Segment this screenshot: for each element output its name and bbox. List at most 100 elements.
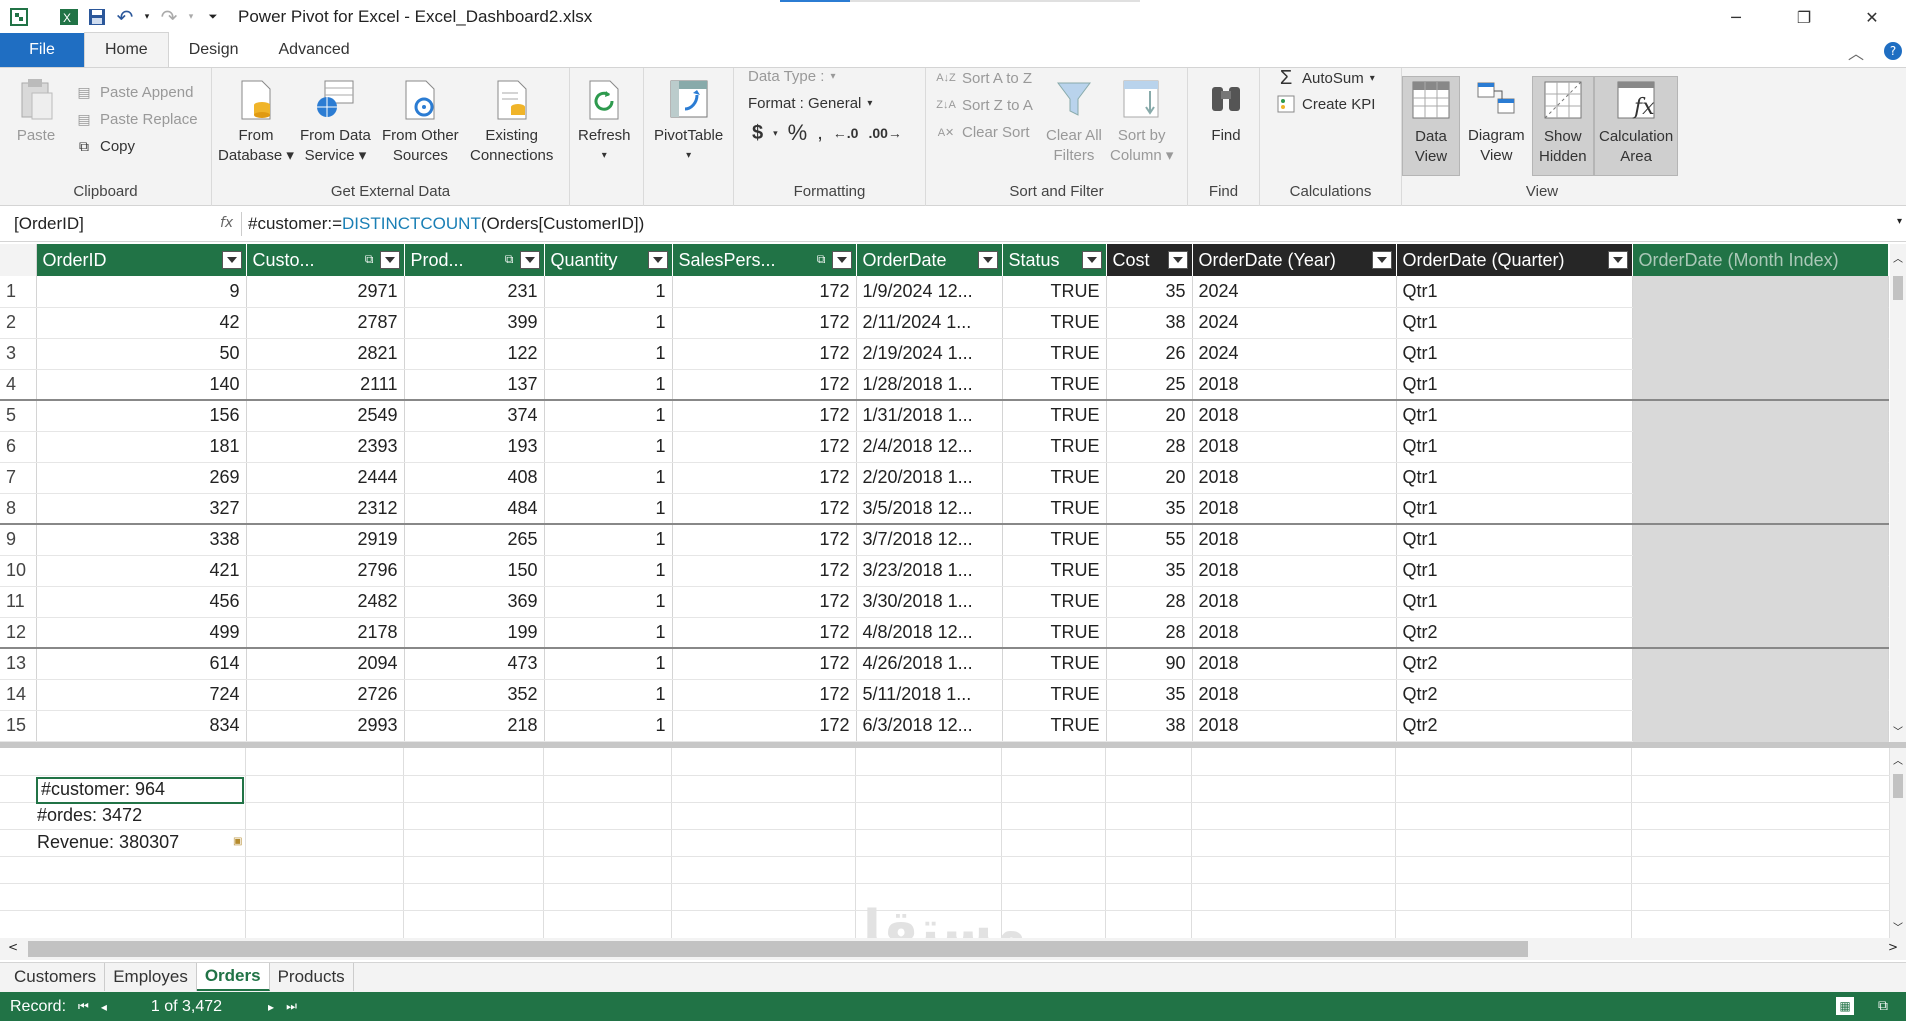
- table-cell-calculated[interactable]: [1632, 493, 1889, 525]
- table-cell[interactable]: 473: [404, 648, 545, 680]
- table-cell[interactable]: 614: [36, 648, 247, 680]
- table-cell[interactable]: 1: [544, 493, 673, 525]
- table-cell[interactable]: 172: [672, 524, 857, 556]
- table-cell[interactable]: Qtr1: [1396, 307, 1633, 339]
- calc-scroll-down-icon[interactable]: ﹀: [1893, 919, 1903, 934]
- paste-button[interactable]: Paste: [14, 76, 58, 146]
- table-cell-calculated[interactable]: [1632, 679, 1889, 711]
- table-row[interactable]: 14 724 2726 352 1 172 5/11/2018 1... TRUE 35 2018…: [0, 679, 1889, 711]
- table-cell[interactable]: 28: [1106, 431, 1193, 463]
- pivottable-button[interactable]: PivotTable ▾: [654, 76, 723, 166]
- table-cell[interactable]: 2/4/2018 12...: [856, 431, 1003, 463]
- row-number[interactable]: 9: [0, 524, 37, 556]
- currency-dropdown-icon[interactable]: ▾: [773, 128, 778, 139]
- existing-connections-button[interactable]: Existing Connections: [470, 76, 553, 166]
- table-cell[interactable]: 25: [1106, 369, 1193, 401]
- redo-dropdown-icon[interactable]: ▾: [186, 6, 196, 28]
- table-cell[interactable]: 2796: [246, 555, 405, 587]
- save-icon[interactable]: [86, 6, 108, 28]
- close-icon[interactable]: ✕: [1838, 0, 1906, 34]
- help-icon[interactable]: ?: [1884, 42, 1902, 60]
- table-cell[interactable]: 20: [1106, 462, 1193, 494]
- table-cell[interactable]: 1/31/2018 1...: [856, 400, 1003, 432]
- table-cell-calculated[interactable]: [1632, 524, 1889, 556]
- table-cell[interactable]: TRUE: [1002, 400, 1107, 432]
- scroll-right-icon[interactable]: >: [1888, 940, 1898, 954]
- table-cell[interactable]: Qtr1: [1396, 431, 1633, 463]
- restore-icon[interactable]: ❐: [1770, 0, 1838, 34]
- table-cell[interactable]: 172: [672, 338, 857, 370]
- fx-icon[interactable]: fx: [220, 215, 233, 231]
- table-cell[interactable]: 1: [544, 431, 673, 463]
- table-cell[interactable]: 408: [404, 462, 545, 494]
- table-cell[interactable]: 140: [36, 369, 247, 401]
- table-cell[interactable]: 456: [36, 586, 247, 618]
- row-number[interactable]: 3: [0, 338, 37, 370]
- table-cell[interactable]: 3/5/2018 12...: [856, 493, 1003, 525]
- table-cell-calculated[interactable]: [1632, 648, 1889, 680]
- first-record-icon[interactable]: ⏮: [78, 999, 89, 1014]
- expand-formula-icon[interactable]: ▾: [1897, 216, 1902, 227]
- table-cell[interactable]: 35: [1106, 493, 1193, 525]
- table-row[interactable]: 9 338 2919 265 1 172 3/7/2018 12... TRUE 55 2018 Q…: [0, 524, 1889, 556]
- row-number[interactable]: 10: [0, 555, 37, 587]
- scroll-down-icon[interactable]: ﹀: [1893, 723, 1903, 738]
- show-hidden-button[interactable]: Show Hidden: [1532, 76, 1594, 176]
- table-cell[interactable]: 172: [672, 431, 857, 463]
- filter-dropdown-icon[interactable]: [1607, 251, 1628, 269]
- table-cell[interactable]: 265: [404, 524, 545, 556]
- tab-design[interactable]: Design: [169, 33, 259, 67]
- row-number[interactable]: 11: [0, 586, 37, 618]
- table-cell[interactable]: 499: [36, 617, 247, 649]
- table-cell[interactable]: 172: [672, 369, 857, 401]
- table-cell[interactable]: 2787: [246, 307, 405, 339]
- column-header-cost[interactable]: Cost: [1106, 244, 1193, 276]
- table-cell[interactable]: TRUE: [1002, 679, 1107, 711]
- table-cell[interactable]: 2024: [1192, 307, 1397, 339]
- table-cell[interactable]: 1: [544, 307, 673, 339]
- minimize-icon[interactable]: ─: [1702, 0, 1770, 34]
- table-cell[interactable]: 2993: [246, 710, 405, 742]
- table-cell[interactable]: 484: [404, 493, 545, 525]
- sort-z-to-a-button[interactable]: Z↓A Sort Z to A: [936, 95, 1033, 115]
- increase-decimal-icon[interactable]: ←.0: [833, 125, 859, 141]
- column-header-orderdate-year[interactable]: OrderDate (Year): [1192, 244, 1397, 276]
- filter-dropdown-icon[interactable]: [831, 251, 852, 269]
- table-cell[interactable]: 834: [36, 710, 247, 742]
- name-box[interactable]: [OrderID]: [6, 212, 242, 236]
- table-cell[interactable]: 1: [544, 338, 673, 370]
- scroll-up-icon[interactable]: ︿: [1893, 250, 1903, 265]
- table-cell[interactable]: 369: [404, 586, 545, 618]
- table-cell[interactable]: 9: [36, 276, 247, 308]
- table-row[interactable]: 10 421 2796 150 1 172 3/23/2018 1... TRUE 35 2018…: [0, 555, 1889, 587]
- column-header-quantity[interactable]: Quantity: [544, 244, 673, 276]
- filter-dropdown-icon[interactable]: [379, 251, 400, 269]
- table-cell[interactable]: 150: [404, 555, 545, 587]
- table-cell[interactable]: 1: [544, 462, 673, 494]
- table-cell[interactable]: 2919: [246, 524, 405, 556]
- autosum-button[interactable]: Σ AutoSum ▾: [1276, 67, 1375, 89]
- table-cell[interactable]: 28: [1106, 586, 1193, 618]
- diagram-view-status-icon[interactable]: ⧉: [1878, 997, 1888, 1014]
- horizontal-scroll-thumb[interactable]: [28, 941, 1528, 957]
- calc-scroll-up-icon[interactable]: ︿: [1893, 752, 1903, 767]
- tab-products[interactable]: Products: [270, 963, 354, 991]
- table-cell-calculated[interactable]: [1632, 338, 1889, 370]
- table-row[interactable]: 13 614 2094 473 1 172 4/26/2018 1... TRUE 90 2018…: [0, 648, 1889, 680]
- table-cell[interactable]: 172: [672, 710, 857, 742]
- column-header-orderdate-quarter[interactable]: OrderDate (Quarter): [1396, 244, 1633, 276]
- table-cell[interactable]: 724: [36, 679, 247, 711]
- find-button[interactable]: Find: [1204, 76, 1248, 146]
- table-cell[interactable]: 172: [672, 617, 857, 649]
- vertical-scrollbar[interactable]: ︿ ﹀: [1890, 244, 1906, 742]
- comma-icon[interactable]: ,: [817, 122, 823, 145]
- column-header-customer[interactable]: Custo... ⧉: [246, 244, 405, 276]
- table-cell[interactable]: Qtr1: [1396, 493, 1633, 525]
- table-cell[interactable]: 374: [404, 400, 545, 432]
- next-record-icon[interactable]: ▸: [268, 1000, 274, 1014]
- copy-button[interactable]: ⧉ Copy: [74, 136, 135, 156]
- table-cell[interactable]: 2/19/2024 1...: [856, 338, 1003, 370]
- table-row[interactable]: 8 327 2312 484 1 172 3/5/2018 12... TRUE 35 2018 Q…: [0, 493, 1889, 525]
- diagram-view-button[interactable]: Diagram View: [1468, 76, 1525, 166]
- tab-advanced[interactable]: Advanced: [259, 33, 370, 67]
